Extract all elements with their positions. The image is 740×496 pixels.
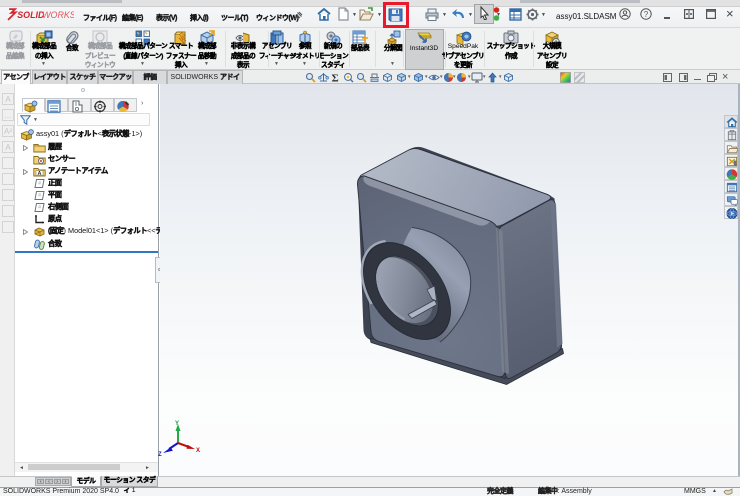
svg-text:A: A xyxy=(38,171,42,177)
svg-text:Z: Z xyxy=(158,452,162,458)
svg-text:X: X xyxy=(196,448,200,454)
svg-text:?: ? xyxy=(644,10,649,19)
svg-text:WORKS: WORKS xyxy=(42,10,74,20)
svg-text:SOLID: SOLID xyxy=(17,10,45,20)
svg-text:Σ: Σ xyxy=(332,73,339,84)
